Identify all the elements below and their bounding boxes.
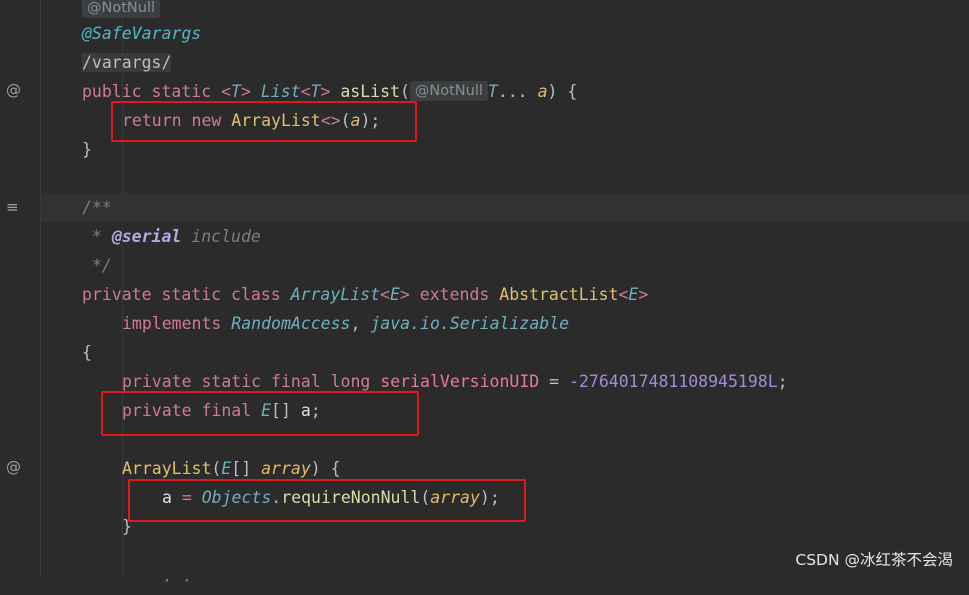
code-line-path: /varargs/	[41, 48, 969, 77]
keyword-token: private static final long	[122, 372, 381, 391]
comment-token: */	[82, 256, 112, 275]
type-param-token: E	[628, 285, 639, 304]
paren-token: ) {	[310, 459, 341, 478]
code-line-implements: implements RandomAccess, java.io.Seriali…	[41, 309, 969, 338]
doc-tag-token: @serial	[111, 227, 182, 246]
type-token: java.io.Serializable	[370, 314, 570, 333]
keyword-token: public static	[82, 82, 222, 101]
code-line-doc-start: /**	[41, 193, 969, 222]
code-line-safevarargs: @SafeVarargs	[41, 19, 969, 48]
doc-comment-toggle-icon[interactable]: ≡	[6, 198, 24, 216]
code-line-class-decl: private static class ArrayList<E> extend…	[41, 280, 969, 309]
override-marker-icon[interactable]: @	[6, 81, 24, 99]
type-param-token: E	[389, 285, 400, 304]
type-token: RandomAccess	[231, 314, 351, 333]
comment-token: *	[82, 227, 112, 246]
field-token: serialVersionUID	[380, 372, 540, 391]
highlight-box-return	[111, 101, 417, 142]
keyword-token: implements	[122, 314, 232, 333]
editor-gutter: @ ≡ @	[0, 0, 41, 578]
code-line-doc-end: */	[41, 251, 969, 280]
paren-token: (	[399, 82, 410, 101]
override-marker-icon-2[interactable]: @	[6, 458, 24, 476]
param-token: a	[537, 82, 548, 101]
array-token: []	[231, 459, 262, 478]
path-token: /varargs/	[82, 53, 172, 72]
watermark: CSDN @冰红茶不会渴	[795, 551, 953, 569]
inlay-hint: @NotNull	[82, 0, 160, 18]
brace-token: {	[82, 343, 92, 362]
code-line-doc-serial: * @serial include	[41, 222, 969, 251]
bracket-token: <	[618, 285, 629, 304]
bracket-token: <	[380, 285, 390, 304]
bracket-token: >	[399, 285, 420, 304]
paren-token: ) {	[547, 82, 578, 101]
keyword-token: extends	[419, 285, 500, 304]
semicolon-token: ;	[777, 372, 788, 391]
comment-token: include	[181, 227, 261, 246]
highlight-box-assign	[128, 479, 526, 522]
code-line-open-brace: {	[41, 338, 969, 367]
bracket-token: >	[240, 82, 261, 101]
type-param-token: T	[310, 82, 321, 101]
keyword-token: private static class	[82, 285, 291, 304]
code-line-partial: · ·	[41, 566, 969, 595]
type-token: List	[260, 82, 301, 101]
type-param-token: T	[231, 82, 241, 101]
annotation-token: @SafeVarargs	[82, 24, 202, 43]
bracket-token: <	[221, 82, 232, 101]
operator-token: =	[539, 372, 570, 391]
varargs-token: ...	[497, 82, 538, 101]
constructor-token: ArrayList	[122, 459, 212, 478]
inlay-hint: @NotNull	[409, 81, 488, 101]
method-name-token: asList	[340, 82, 400, 101]
partial-token: · ·	[162, 571, 192, 590]
param-token: array	[261, 459, 311, 478]
bracket-token: >	[638, 285, 649, 304]
highlight-box-field	[101, 391, 419, 436]
bracket-token: <	[300, 82, 311, 101]
type-param-token: E	[221, 459, 232, 478]
comma-token: ,	[350, 314, 371, 333]
type-param-token: T	[487, 82, 498, 101]
paren-token: (	[211, 459, 222, 478]
number-token: -2764017481108945198L	[569, 372, 778, 391]
brace-token: }	[82, 140, 92, 159]
comment-token: /**	[82, 198, 112, 217]
class-token: ArrayList	[290, 285, 381, 304]
bracket-token: >	[320, 82, 341, 101]
class-token: AbstractList	[499, 285, 619, 304]
